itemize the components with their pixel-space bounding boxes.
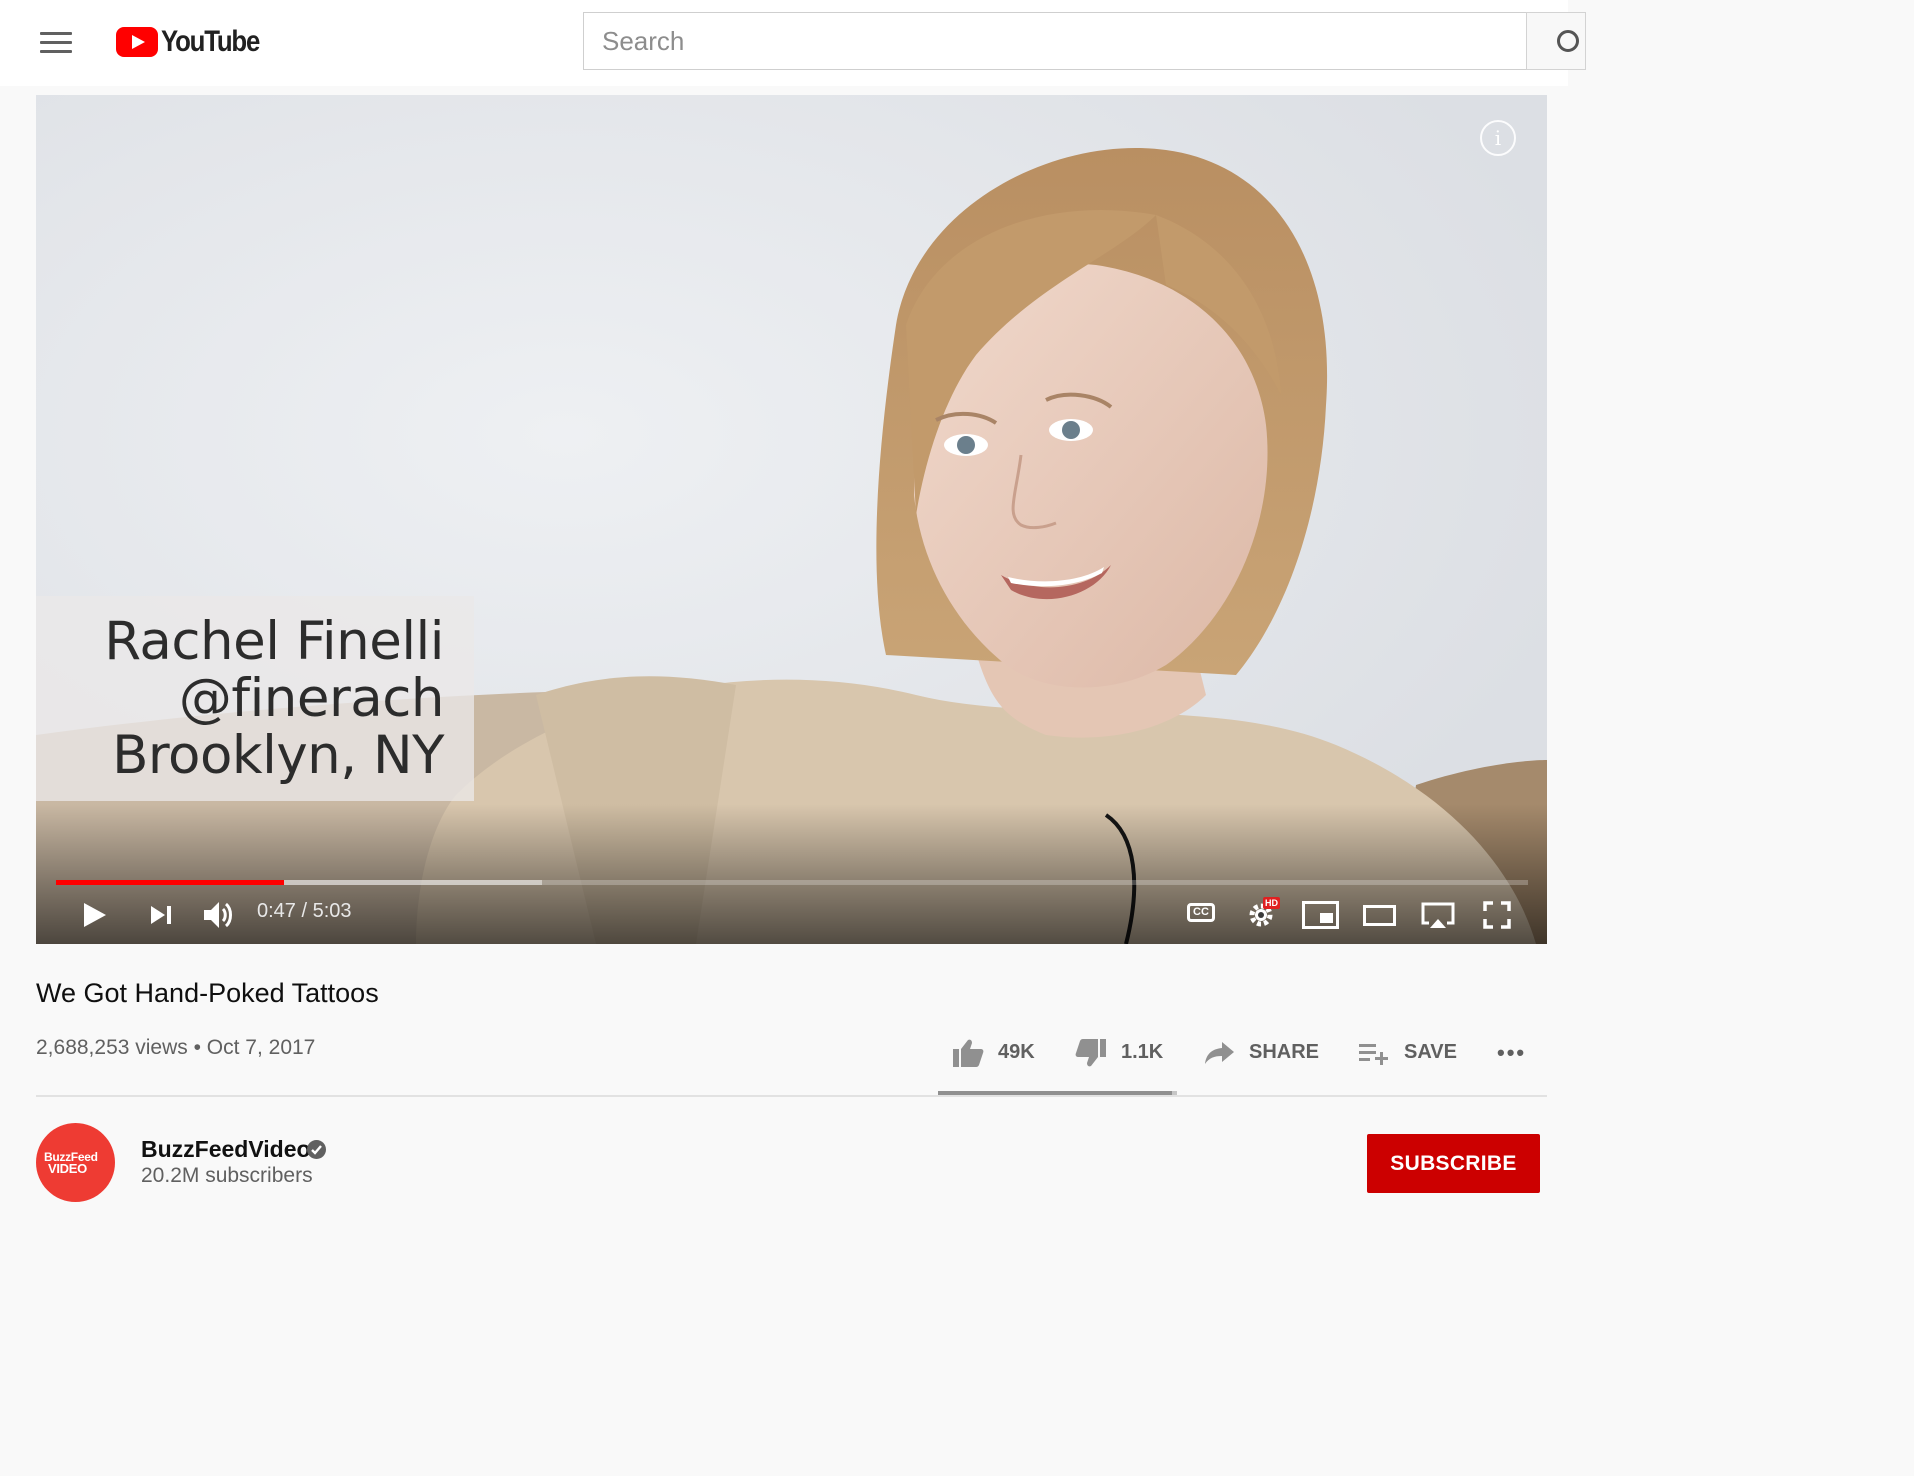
avatar-text-bottom: VIDEO <box>48 1161 87 1176</box>
verified-icon <box>307 1140 326 1159</box>
miniplayer-icon[interactable] <box>1302 901 1339 929</box>
masthead: YouTube <box>0 0 1586 86</box>
save-button[interactable]: SAVE <box>1358 1030 1457 1075</box>
settings-button[interactable]: HD <box>1247 897 1280 929</box>
share-button[interactable]: SHARE <box>1203 1030 1319 1075</box>
hd-badge: HD <box>1263 897 1280 909</box>
subscribe-button[interactable]: SUBSCRIBE <box>1367 1134 1540 1193</box>
volume-icon[interactable] <box>202 899 236 931</box>
video-title: We Got Hand-Poked Tattoos <box>36 978 379 1008</box>
youtube-logo-icon <box>116 27 158 57</box>
search-icon <box>1557 30 1579 52</box>
logo-text: YouTube <box>161 25 260 58</box>
airplay-icon[interactable] <box>1420 901 1456 929</box>
progress-bar[interactable] <box>56 880 1528 885</box>
save-label: SAVE <box>1404 1041 1457 1063</box>
channel-name[interactable]: BuzzFeedVideo <box>141 1136 311 1163</box>
menu-icon[interactable] <box>40 32 72 54</box>
share-label: SHARE <box>1249 1041 1320 1063</box>
video-player[interactable]: Rachel Finelli @finerach Brooklyn, NY i … <box>36 95 1547 944</box>
save-icon <box>1359 1043 1388 1065</box>
next-icon[interactable] <box>149 904 173 926</box>
lower-third-location: Brooklyn, NY <box>112 725 444 786</box>
cc-icon[interactable]: CC <box>1187 903 1215 922</box>
youtube-logo[interactable]: YouTube <box>116 25 275 58</box>
dislike-count: 1.1K <box>1121 1041 1164 1063</box>
divider <box>36 1095 1547 1097</box>
like-icon <box>953 1039 984 1067</box>
subscriber-count: 20.2M subscribers <box>141 1164 313 1187</box>
time-display: 0:47 / 5:03 <box>257 900 352 922</box>
search-input[interactable] <box>584 13 1526 69</box>
search-button[interactable] <box>1526 12 1586 70</box>
dislike-button[interactable]: 1.1K <box>1075 1030 1163 1075</box>
share-icon <box>1205 1041 1234 1064</box>
video-meta: 2,688,253 views • Oct 7, 2017 <box>36 1036 316 1059</box>
info-icon[interactable]: i <box>1480 120 1516 156</box>
lower-third-overlay: Rachel Finelli @finerach Brooklyn, NY <box>36 596 474 801</box>
lower-third-handle: @finerach <box>178 668 445 729</box>
like-count: 49K <box>998 1041 1035 1063</box>
play-icon[interactable] <box>82 901 108 929</box>
lower-third-name: Rachel Finelli <box>104 611 444 672</box>
fullscreen-icon[interactable] <box>1483 901 1511 929</box>
more-icon[interactable]: ••• <box>1497 1030 1526 1075</box>
search-box <box>583 12 1527 70</box>
dislike-icon <box>1075 1038 1106 1066</box>
channel-avatar[interactable]: BuzzFeed VIDEO <box>36 1123 115 1202</box>
progress-played <box>56 880 285 885</box>
theater-icon[interactable] <box>1363 905 1396 926</box>
like-button[interactable]: 49K <box>952 1030 1035 1075</box>
